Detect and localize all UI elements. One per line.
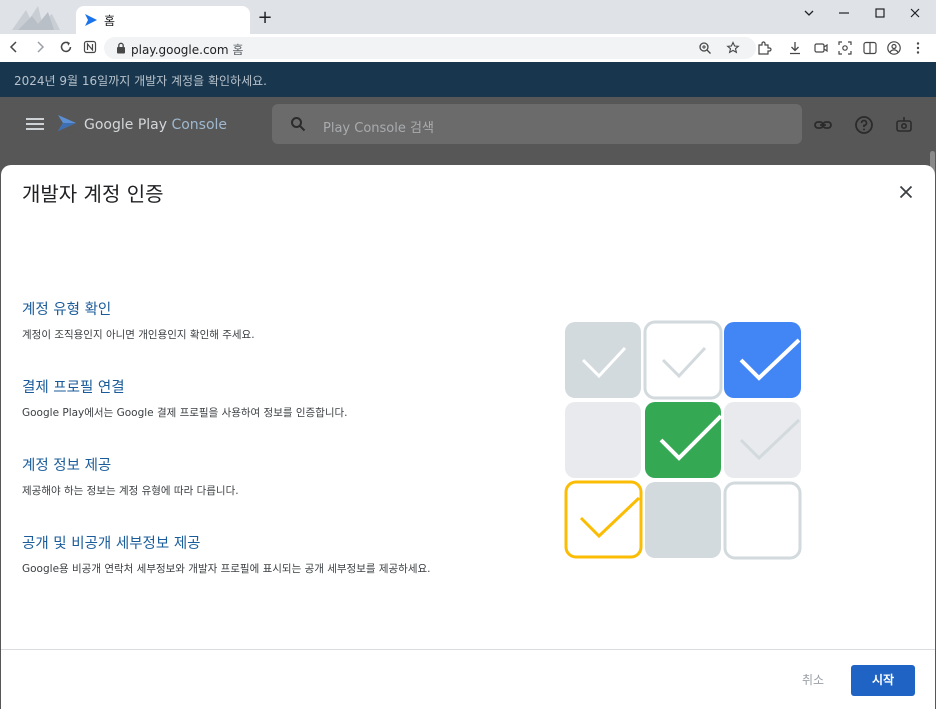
step-title: 공개 및 비공개 세부정보 제공 [22, 536, 201, 552]
url-text: play.google.com 홈 [131, 41, 243, 58]
close-icon[interactable] [899, 185, 913, 199]
lock-icon [117, 42, 125, 54]
extensions-icon[interactable] [756, 40, 772, 56]
site-info-icon[interactable] [82, 40, 98, 56]
browser-toolbar: play.google.com 홈 [0, 34, 936, 62]
step-payments-profile: 결제 프로필 연결 Google Play에서는 Google 결제 프로필을 … [22, 376, 542, 454]
url-path: 홈 [228, 43, 244, 57]
browser-titlebar: 홈 + [0, 0, 936, 34]
verification-steps: 계정 유형 확인 계정이 조직용인지 아니면 개인용인지 확인해 주세요. 결제… [22, 298, 542, 610]
cancel-button[interactable]: 취소 [791, 669, 835, 691]
decoration-icon [12, 6, 60, 30]
profile-icon[interactable] [886, 40, 902, 56]
new-tab-button[interactable]: + [256, 9, 274, 27]
step-title: 결제 프로필 연결 [22, 380, 125, 396]
step-account-type: 계정 유형 확인 계정이 조직용인지 아니면 개인용인지 확인해 주세요. [22, 298, 542, 376]
sidepanel-icon[interactable] [862, 40, 878, 56]
browser-tab[interactable]: 홈 [76, 6, 250, 34]
step-title: 계정 정보 제공 [22, 458, 112, 474]
tab-search-icon[interactable] [799, 7, 819, 23]
maximize-icon[interactable] [870, 7, 890, 23]
window-close-icon[interactable] [905, 7, 925, 23]
verification-banner: 2024년 9월 16일까지 개발자 계정을 확인하세요. [0, 62, 936, 97]
step-title: 계정 유형 확인 [22, 302, 112, 318]
bookmark-icon[interactable] [726, 41, 740, 55]
notifications-icon[interactable] [894, 115, 914, 135]
banner-text: 2024년 9월 16일까지 개발자 계정을 확인하세요. [14, 74, 267, 88]
brand-suffix: Console [171, 117, 228, 133]
search-placeholder: Play Console 검색 [323, 121, 434, 136]
back-icon[interactable] [6, 40, 22, 56]
search-icon [291, 117, 306, 132]
play-console-logo-icon [58, 115, 76, 131]
developer-verification-dialog: 개발자 계정 인증 계정 유형 확인 계정이 조직용인지 아니면 개인용인지 확… [1, 165, 935, 709]
screenshot-icon[interactable] [837, 40, 853, 56]
download-icon[interactable] [787, 40, 803, 56]
start-button[interactable]: 시작 [851, 665, 915, 696]
step-description: 계정이 조직용인지 아니면 개인용인지 확인해 주세요. [22, 329, 255, 341]
help-icon[interactable] [854, 115, 874, 135]
tab-title: 홈 [104, 13, 116, 28]
reload-icon[interactable] [58, 40, 74, 56]
address-bar[interactable]: play.google.com 홈 [104, 37, 756, 59]
minimize-icon[interactable] [834, 7, 854, 23]
zoom-icon[interactable] [698, 41, 712, 55]
browser-menu-icon[interactable] [910, 40, 926, 56]
checklist-illustration [564, 320, 802, 560]
forward-icon[interactable] [32, 40, 48, 56]
menu-icon[interactable] [26, 117, 44, 131]
url-host: play.google.com [131, 43, 229, 57]
dialog-footer: 취소 시작 [1, 649, 935, 709]
step-description: Google Play에서는 Google 결제 프로필을 사용하여 정보를 인… [22, 407, 348, 419]
console-search-input[interactable]: Play Console 검색 [272, 104, 802, 144]
step-public-private-details: 공개 및 비공개 세부정보 제공 Google용 비공개 연락처 세부정보와 개… [22, 532, 542, 610]
step-description: 제공해야 하는 정보는 계정 유형에 따라 다릅니다. [22, 485, 239, 497]
dialog-title: 개발자 계정 인증 [22, 182, 164, 206]
brand-name: Google Play Console [84, 117, 227, 133]
play-console-favicon-icon [85, 14, 97, 26]
step-description: Google용 비공개 연락처 세부정보와 개발자 프로필에 표시되는 공개 세… [22, 563, 431, 575]
link-icon[interactable] [813, 115, 833, 135]
brand-prefix: Google Play [84, 117, 172, 133]
step-account-info: 계정 정보 제공 제공해야 하는 정보는 계정 유형에 따라 다릅니다. [22, 454, 542, 532]
cast-icon[interactable] [813, 40, 829, 56]
